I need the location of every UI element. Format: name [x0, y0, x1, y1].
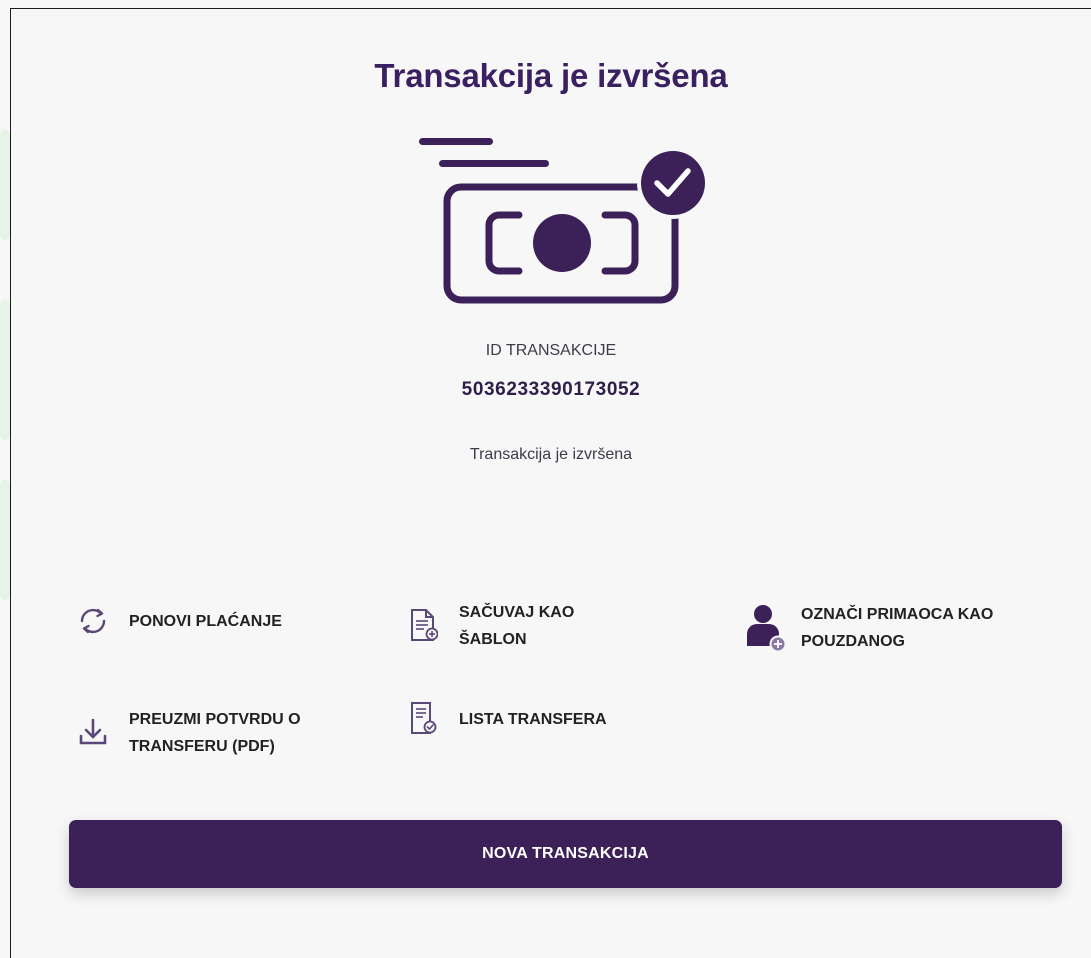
money-check-icon	[419, 138, 709, 304]
background-decoration	[0, 300, 10, 440]
save-template-action[interactable]: SAČUVAJ KAO ŠABLON	[401, 599, 629, 653]
transaction-id-label: ID TRANSAKCIJE	[485, 342, 617, 359]
transfer-list-action[interactable]: LISTA TRANSFERA	[401, 697, 659, 741]
transaction-id-value: 5036233390173052	[461, 379, 641, 400]
repeat-payment-label: PONOVI PLAĆANJE	[129, 612, 282, 630]
transaction-status: Transakcija je izvršena	[469, 446, 633, 463]
document-list-icon	[401, 697, 445, 741]
download-pdf-label: PREUZMI POTVRDU O TRANSFERU (PDF)	[129, 711, 301, 755]
transaction-result-card: Transakcija je izvršena ID TRANSAKCIJE 5…	[10, 8, 1091, 958]
download-pdf-action[interactable]: PREUZMI POTVRDU O TRANSFERU (PDF)	[71, 706, 369, 760]
transfer-list-label: LISTA TRANSFERA	[459, 710, 607, 728]
save-template-label: SAČUVAJ KAO ŠABLON	[459, 604, 575, 648]
repeat-icon	[71, 599, 115, 643]
background-decoration	[0, 480, 10, 600]
mark-trusted-label: OZNAČI PRIMAOCA KAO POUZDANOG	[801, 606, 994, 650]
user-add-icon	[743, 605, 787, 652]
document-add-icon	[401, 604, 445, 648]
new-transaction-button[interactable]: NOVA TRANSAKCIJA	[69, 820, 1062, 888]
background-decoration	[0, 130, 10, 240]
page-title: Transakcija je izvršena	[374, 57, 728, 94]
download-icon	[71, 711, 115, 755]
repeat-payment-action[interactable]: PONOVI PLAĆANJE	[71, 599, 369, 643]
mark-trusted-action[interactable]: OZNAČI PRIMAOCA KAO POUZDANOG	[743, 601, 1001, 655]
